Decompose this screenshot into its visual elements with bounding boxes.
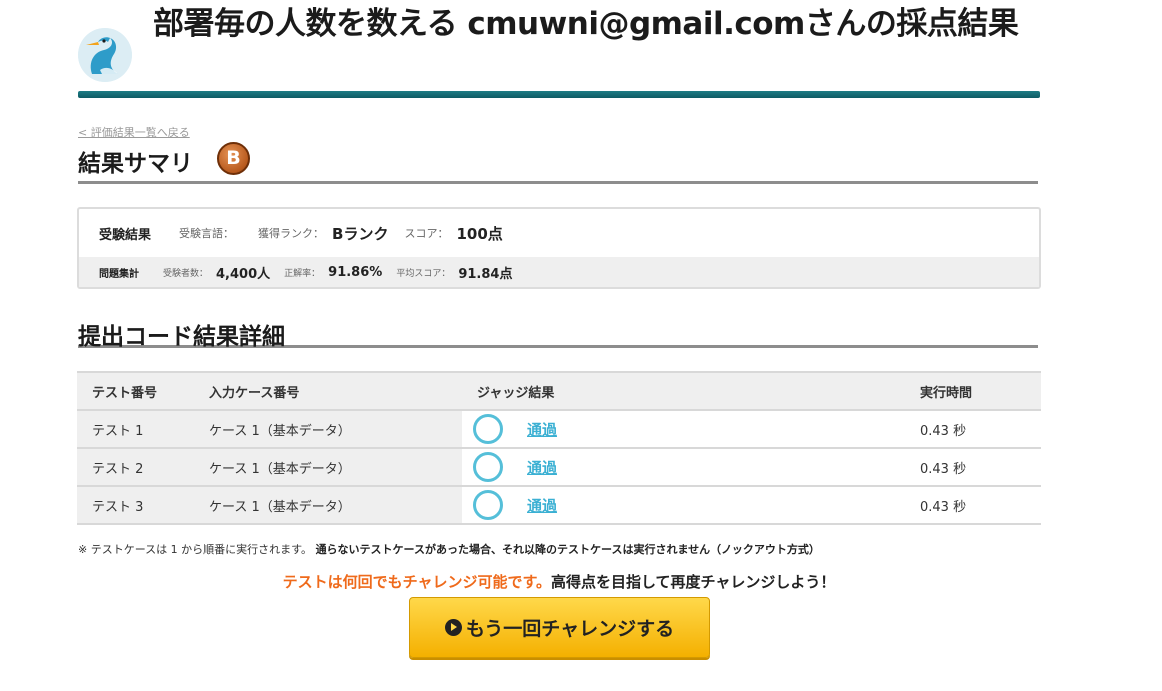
examinees-label: 受験者数： <box>163 268 209 279</box>
results-table: テスト番号 入力ケース番号 ジャッジ結果 実行時間 テスト 1 ケース 1（基本… <box>77 371 1041 525</box>
retry-button-label: もう一回チャレンジする <box>465 618 675 640</box>
column-header-case: 入力ケース番号 <box>194 371 462 411</box>
column-header-time: 実行時間 <box>904 371 1041 411</box>
judge-result-cell: 通過 <box>462 410 904 449</box>
summary-box: 受験結果 受験言語： 獲得ランク： Bランク スコア： 100点 問題集計 受験… <box>77 207 1041 289</box>
judge-result-cell: 通過 <box>462 448 904 487</box>
score-value: 100点 <box>456 224 503 243</box>
table-header-row: テスト番号 入力ケース番号 ジャッジ結果 実行時間 <box>77 371 1041 411</box>
case-number-cell: ケース 1（基本データ） <box>194 410 462 449</box>
average-score-label: 平均スコア： <box>396 268 451 279</box>
rank-badge-icon: B <box>217 142 250 175</box>
case-number-cell: ケース 1（基本データ） <box>194 448 462 487</box>
test-number-cell: テスト 2 <box>77 448 194 487</box>
pass-result-link[interactable]: 通過 <box>527 457 557 478</box>
execution-time-cell: 0.43 秒 <box>904 448 1041 487</box>
pass-circle-icon <box>473 452 503 482</box>
note-normal-text: ※ テストケースは 1 から順番に実行されます。 <box>78 543 313 556</box>
problem-stats-label: 問題集計 <box>99 268 139 280</box>
detail-heading-text: 提出コード結果詳細 <box>78 324 285 350</box>
pass-circle-icon <box>473 490 503 520</box>
challenge-message: テストは何回でもチャレンジ可能です。高得点を目指して再度チャレンジしよう！ <box>0 571 1118 592</box>
detail-heading: 提出コード結果詳細 <box>78 316 1038 350</box>
accuracy-value: 91.86% <box>328 264 383 280</box>
summary-heading-text: 結果サマリ <box>78 151 193 177</box>
knockout-note: ※ テストケースは 1 から順番に実行されます。 通らないテストケースがあった場… <box>78 541 820 557</box>
problem-stats-row: 問題集計 受験者数： 4,400人 正解率： 91.86% 平均スコア： 91.… <box>79 257 1039 287</box>
pass-result-link[interactable]: 通過 <box>527 419 557 440</box>
column-header-test: テスト番号 <box>77 371 194 411</box>
exam-result-label: 受験結果 <box>99 227 152 243</box>
rank-label: 獲得ランク： <box>258 227 325 240</box>
retry-challenge-button[interactable]: もう一回チャレンジする <box>409 597 710 658</box>
average-score-value: 91.84点 <box>458 266 513 282</box>
summary-heading: 結果サマリ B <box>78 142 1038 184</box>
pass-circle-icon <box>473 414 503 444</box>
test-number-cell: テスト 1 <box>77 410 194 449</box>
back-to-results-link[interactable]: < 評価結果一覧へ戻る <box>78 124 190 140</box>
table-row: テスト 1 ケース 1（基本データ） 通過 0.43 秒 <box>77 410 1041 449</box>
table-row: テスト 2 ケース 1（基本データ） 通過 0.43 秒 <box>77 448 1041 487</box>
score-label: スコア： <box>404 227 449 240</box>
note-bold-text: 通らないテストケースがあった場合、それ以降のテストケースは実行されません（ノック… <box>315 543 820 556</box>
language-label: 受験言語： <box>179 227 235 240</box>
rank-value: Bランク <box>332 224 389 243</box>
examinees-value: 4,400人 <box>216 266 271 282</box>
execution-time-cell: 0.43 秒 <box>904 486 1041 525</box>
play-arrow-icon <box>444 619 462 636</box>
challenge-orange-text: テストは何回でもチャレンジ可能です。 <box>282 573 551 591</box>
judge-result-cell: 通過 <box>462 486 904 525</box>
bird-logo-icon <box>78 28 132 82</box>
case-number-cell: ケース 1（基本データ） <box>194 486 462 525</box>
pass-result-link[interactable]: 通過 <box>527 495 557 516</box>
challenge-black-text: 高得点を目指して再度チャレンジしよう！ <box>550 573 836 591</box>
header-underline <box>78 91 1040 98</box>
execution-time-cell: 0.43 秒 <box>904 410 1041 449</box>
exam-result-row: 受験結果 受験言語： 獲得ランク： Bランク スコア： 100点 <box>79 209 1039 257</box>
page-title: 部署毎の人数を数える cmuwni@gmail.comさんの採点結果 <box>153 6 1019 42</box>
page-header: 部署毎の人数を数える cmuwni@gmail.comさんの採点結果 <box>78 4 1040 98</box>
accuracy-label: 正解率： <box>284 268 321 279</box>
table-row: テスト 3 ケース 1（基本データ） 通過 0.43 秒 <box>77 486 1041 525</box>
test-number-cell: テスト 3 <box>77 486 194 525</box>
column-header-judge: ジャッジ結果 <box>462 371 904 411</box>
